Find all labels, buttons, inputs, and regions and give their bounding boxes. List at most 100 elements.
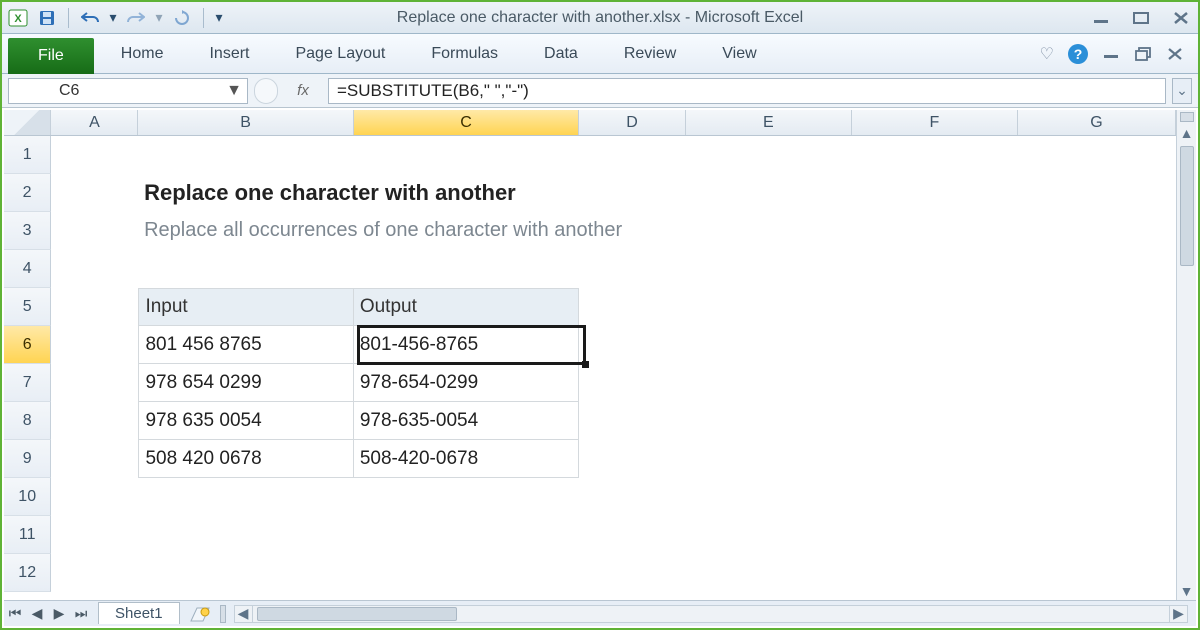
excel-app-icon[interactable]: X	[8, 8, 28, 28]
cell-C4[interactable]	[354, 250, 579, 288]
tab-split-handle[interactable]	[220, 605, 226, 623]
cell-G9[interactable]	[1018, 440, 1176, 478]
horizontal-scroll-thumb[interactable]	[257, 607, 457, 621]
cell-E1[interactable]	[686, 136, 852, 174]
cell-A11[interactable]	[51, 516, 138, 554]
refresh-button[interactable]	[169, 6, 195, 30]
cell-E4[interactable]	[686, 250, 852, 288]
cell-D2[interactable]	[581, 174, 688, 212]
cell-D8[interactable]	[579, 402, 686, 440]
cell-D10[interactable]	[579, 478, 686, 516]
cell-F3[interactable]	[853, 212, 1019, 250]
cell-G2[interactable]	[1018, 174, 1176, 212]
col-header-F[interactable]: F	[852, 110, 1018, 135]
save-button[interactable]	[34, 6, 60, 30]
cell-A7[interactable]	[51, 364, 138, 402]
row-header-10[interactable]: 10	[4, 478, 51, 516]
cell-C9[interactable]: 508-420-0678	[354, 440, 579, 478]
cell-D12[interactable]	[579, 554, 686, 592]
redo-dropdown[interactable]: ▾	[153, 6, 165, 30]
workbook-close-button[interactable]	[1166, 46, 1184, 62]
cell-B6[interactable]: 801 456 8765	[138, 326, 353, 364]
cell-E8[interactable]	[686, 402, 852, 440]
row-header-11[interactable]: 11	[4, 516, 51, 554]
col-header-A[interactable]: A	[51, 110, 138, 135]
sheet-nav-prev[interactable]: ◀	[26, 603, 48, 625]
cell-A6[interactable]	[51, 326, 138, 364]
cell-D5[interactable]	[579, 288, 686, 326]
cell-B10[interactable]	[138, 478, 353, 516]
row-header-3[interactable]: 3	[4, 212, 51, 250]
cell-E11[interactable]	[686, 516, 852, 554]
scroll-left-button[interactable]: ◀	[235, 606, 253, 622]
close-button[interactable]	[1170, 9, 1192, 27]
cell-B5[interactable]: Input	[138, 288, 353, 326]
col-header-G[interactable]: G	[1018, 110, 1176, 135]
cell-G12[interactable]	[1018, 554, 1176, 592]
sheet-tab-sheet1[interactable]: Sheet1	[98, 602, 180, 624]
cell-D7[interactable]	[579, 364, 686, 402]
select-all-button[interactable]	[4, 110, 51, 135]
cell-G1[interactable]	[1018, 136, 1176, 174]
cell-C1[interactable]	[354, 136, 579, 174]
cell-C2[interactable]	[356, 174, 581, 212]
cell-B4[interactable]	[138, 250, 353, 288]
cell-A4[interactable]	[51, 250, 138, 288]
cell-A3[interactable]	[51, 212, 138, 250]
cell-B11[interactable]	[138, 516, 353, 554]
customize-qat-dropdown[interactable]: ▾	[212, 6, 226, 30]
row-header-6[interactable]: 6	[4, 326, 51, 364]
workbook-minimize-button[interactable]	[1102, 46, 1120, 62]
sheet-nav-first[interactable]: ⏮	[4, 603, 26, 625]
tab-review[interactable]: Review	[601, 34, 699, 74]
expand-formula-bar-button[interactable]: ⌄	[1172, 78, 1192, 104]
row-header-7[interactable]: 7	[4, 364, 51, 402]
cell-G10[interactable]	[1018, 478, 1176, 516]
redo-button[interactable]	[123, 6, 149, 30]
col-header-D[interactable]: D	[579, 110, 686, 135]
cell-F7[interactable]	[852, 364, 1018, 402]
tab-home[interactable]: Home	[98, 34, 187, 74]
tab-view[interactable]: View	[699, 34, 779, 74]
col-header-E[interactable]: E	[686, 110, 852, 135]
cell-D6[interactable]	[579, 326, 686, 364]
cell-B1[interactable]	[138, 136, 353, 174]
cell-A12[interactable]	[51, 554, 138, 592]
row-header-12[interactable]: 12	[4, 554, 51, 592]
vertical-split-handle[interactable]	[1180, 112, 1194, 122]
scroll-right-button[interactable]: ▶	[1169, 606, 1187, 622]
row-header-5[interactable]: 5	[4, 288, 51, 326]
cell-D9[interactable]	[579, 440, 686, 478]
sheet-nav-next[interactable]: ▶	[48, 603, 70, 625]
cell-F1[interactable]	[852, 136, 1018, 174]
vertical-scrollbar[interactable]: ▲ ▼	[1176, 110, 1196, 600]
cell-F5[interactable]	[852, 288, 1018, 326]
cell-B12[interactable]	[138, 554, 353, 592]
name-box[interactable]: C6 ▼	[8, 78, 248, 104]
cell-G8[interactable]	[1018, 402, 1176, 440]
cell-E3[interactable]	[687, 212, 853, 250]
help-icon[interactable]: ?	[1068, 44, 1088, 64]
cell-F4[interactable]	[852, 250, 1018, 288]
ribbon-options-icon[interactable]: ♡	[1040, 44, 1054, 64]
cell-C7[interactable]: 978-654-0299	[354, 364, 579, 402]
cell-E12[interactable]	[686, 554, 852, 592]
scroll-up-button[interactable]: ▲	[1177, 124, 1196, 142]
minimize-button[interactable]	[1090, 9, 1112, 27]
cell-G6[interactable]	[1018, 326, 1176, 364]
tab-page-layout[interactable]: Page Layout	[272, 34, 408, 74]
cell-E10[interactable]	[686, 478, 852, 516]
cell-B8[interactable]: 978 635 0054	[138, 402, 353, 440]
cell-D4[interactable]	[579, 250, 686, 288]
vertical-scroll-thumb[interactable]	[1180, 146, 1194, 266]
undo-button[interactable]	[77, 6, 103, 30]
cell-B7[interactable]: 978 654 0299	[138, 364, 353, 402]
fx-icon[interactable]: fx	[284, 82, 322, 99]
name-box-dropdown-icon[interactable]: ▼	[225, 82, 243, 100]
sheet-nav-last[interactable]: ⏭	[70, 603, 92, 625]
cell-G3[interactable]	[1018, 212, 1176, 250]
cell-E2[interactable]	[687, 174, 853, 212]
cell-A9[interactable]	[51, 440, 138, 478]
row-header-8[interactable]: 8	[4, 402, 51, 440]
cell-D1[interactable]	[579, 136, 686, 174]
